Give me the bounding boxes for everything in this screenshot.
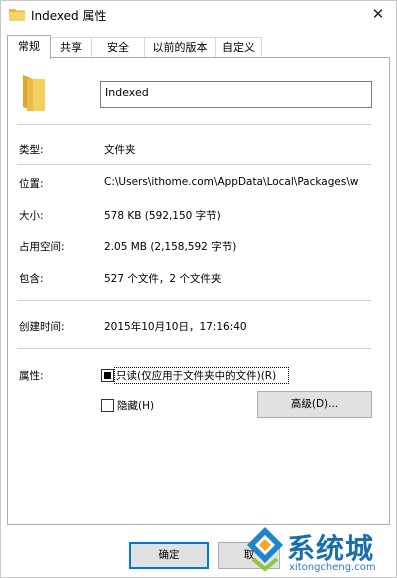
- watermark: 系统城 xitongcheng.com: [245, 523, 396, 575]
- close-button[interactable]: ✕: [366, 3, 390, 25]
- folder-icon: [9, 9, 25, 21]
- folder-name-input[interactable]: Indexed: [100, 81, 372, 108]
- watermark-brand: 系统城: [287, 532, 375, 565]
- indeterminate-mark: [104, 372, 111, 379]
- general-panel: [7, 57, 390, 525]
- contains-value: 527 个文件，2 个文件夹: [104, 273, 222, 285]
- hidden-label[interactable]: 隐藏(H): [117, 398, 154, 413]
- contains-label: 包含:: [19, 273, 44, 285]
- size-label: 大小:: [19, 210, 44, 222]
- readonly-checkbox[interactable]: [101, 369, 114, 382]
- created-label: 创建时间:: [19, 321, 65, 333]
- separator: [17, 164, 371, 165]
- tab-previous-versions[interactable]: 以前的版本: [144, 37, 216, 58]
- tab-sharing[interactable]: 共享: [50, 37, 92, 58]
- separator: [17, 348, 371, 349]
- tab-strip: 常规 共享 安全 以前的版本 自定义: [7, 35, 390, 59]
- type-label: 类型:: [19, 144, 44, 156]
- properties-window: Indexed 属性 ✕ 常规 共享 安全 以前的版本 自定义 Indexed …: [0, 0, 397, 578]
- location-value: C:\Users\ithome.com\AppData\Local\Packag…: [104, 176, 359, 188]
- location-label: 位置:: [19, 178, 44, 190]
- hidden-checkbox[interactable]: [101, 399, 114, 412]
- title-bar[interactable]: Indexed 属性 ✕: [1, 1, 396, 29]
- created-value: 2015年10月10日，17:16:40: [104, 321, 247, 333]
- attributes-label: 属性:: [19, 370, 44, 382]
- window-title: Indexed 属性: [31, 9, 107, 23]
- size-value: 578 KB (592,150 字节): [104, 210, 221, 222]
- ok-button[interactable]: 确定: [129, 542, 209, 569]
- watermark-url: xitongcheng.com: [289, 562, 376, 573]
- separator: [17, 300, 371, 301]
- advanced-button[interactable]: 高级(D)...: [257, 391, 372, 418]
- folder-name-value: Indexed: [105, 86, 149, 99]
- tab-security[interactable]: 安全: [91, 37, 145, 58]
- separator: [17, 124, 371, 125]
- type-value: 文件夹: [104, 144, 136, 156]
- readonly-label[interactable]: 只读(仅应用于文件夹中的文件)(R): [116, 368, 276, 383]
- disk-size-value: 2.05 MB (2,158,592 字节): [104, 241, 237, 253]
- folder-large-icon: [23, 75, 45, 111]
- brand-logo-icon: [247, 527, 283, 571]
- tab-customize[interactable]: 自定义: [215, 37, 262, 58]
- disk-size-label: 占用空间:: [19, 241, 65, 253]
- tab-general[interactable]: 常规: [7, 35, 51, 59]
